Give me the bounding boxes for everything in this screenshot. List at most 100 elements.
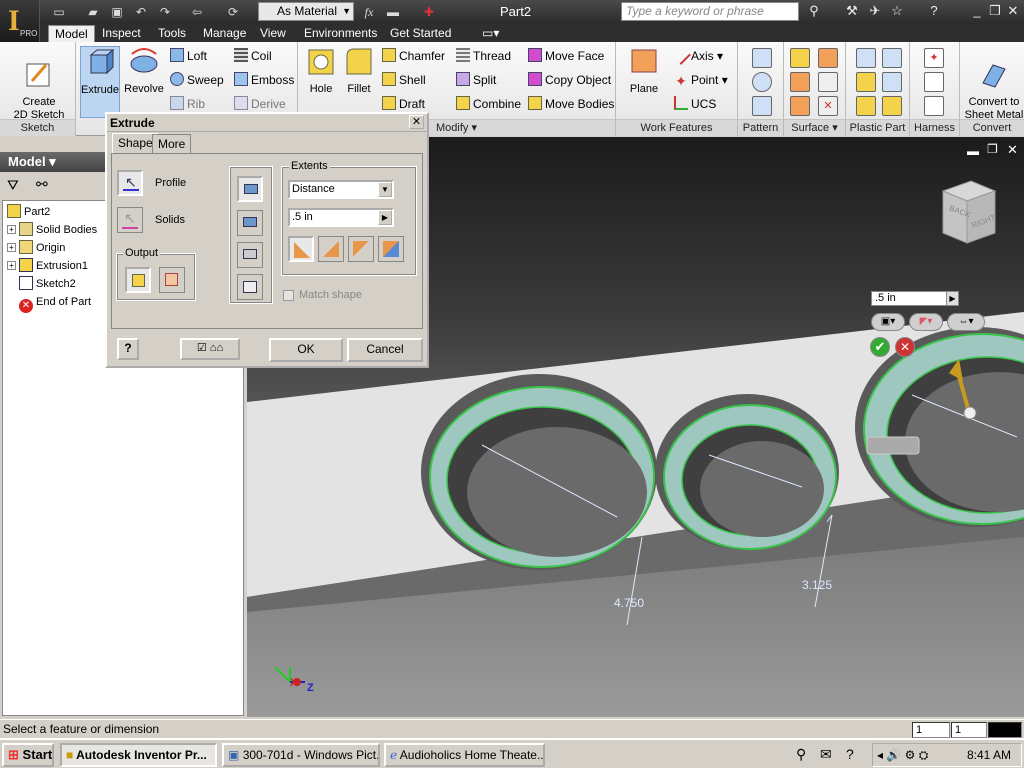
thicken-icon[interactable] [790,48,810,71]
redo-icon[interactable]: ↷ [156,3,174,21]
tree-item-extrusion1[interactable]: + Extrusion1 [7,257,88,275]
extrude-button[interactable]: Extrude [80,46,120,118]
intersect-button[interactable] [237,242,263,268]
dialog-close-icon[interactable]: ✕ [409,115,424,129]
rule-fillet-icon[interactable] [882,96,902,119]
tab-view[interactable]: View [254,25,292,42]
taskbar-item-inventor[interactable]: ■ Autodesk Inventor Pr... [60,743,217,767]
output-surface-button[interactable] [159,267,185,293]
tab-tools[interactable]: Tools [152,25,192,42]
preview-toggle[interactable]: ☑ ⌂⌂ [180,338,240,360]
minibar-direction-button[interactable]: ◤▾ [909,313,943,331]
create-2d-sketch-button[interactable]: Create 2D Sketch [8,46,70,122]
find-icon[interactable]: ⚯ [36,176,48,193]
draft-button[interactable]: Draft [382,95,425,113]
convert-to-sheet-metal-button[interactable]: Convert to Sheet Metal [964,46,1024,122]
taskbar-item-browser[interactable]: ℯ Audioholics Home Theate... [384,743,545,767]
sweep-button[interactable]: Sweep [170,71,224,89]
function-icon[interactable]: fx [360,3,378,21]
harness-pin-icon[interactable] [924,72,944,95]
plane-button[interactable]: Plane [622,46,666,96]
tab-get-started[interactable]: Get Started [384,25,457,42]
match-shape-checkbox[interactable] [283,290,294,301]
tree-item-solid-bodies[interactable]: + Solid Bodies [7,221,97,239]
rest-icon[interactable] [882,72,902,95]
favorites-icon[interactable]: ☆ [888,2,906,20]
harness-point-icon[interactable]: ✦ [924,48,944,68]
open-icon[interactable]: ▰ [84,3,102,21]
quicklaunch-help-icon[interactable]: ? [846,746,854,762]
viewport-minimize-icon[interactable]: ▬ [967,144,979,158]
expand-icon[interactable]: + [7,225,16,234]
minibar-extents-button[interactable]: ⇔▾ [947,313,985,331]
output-solid-button[interactable] [125,267,151,293]
minimize-icon[interactable]: _ [968,2,986,20]
binoculars-icon[interactable]: ⚲ [805,2,823,20]
tab-manage[interactable]: Manage [197,25,252,42]
revolve-button[interactable]: Revolve [124,46,164,96]
viewport-restore-icon[interactable]: ❐ [987,142,998,156]
extents-type-select[interactable]: Distance ▼ [288,180,394,199]
grill-icon[interactable] [856,48,876,71]
dimension-text-1[interactable]: 4.750 [614,596,644,610]
shell-button[interactable]: Shell [382,71,426,89]
lip-icon[interactable] [856,96,876,119]
direction-1-button[interactable] [288,236,314,262]
move-bodies-button[interactable]: Move Bodies [528,95,614,113]
tab-more[interactable]: More [152,134,192,153]
taskbar-item-picture-viewer[interactable]: ▣ 300-701d - Windows Pict... [222,743,380,767]
tree-item-sketch2[interactable]: Sketch2 [19,275,76,293]
tree-item-part2[interactable]: Part2 [7,203,50,221]
coil-button[interactable]: Coil [234,47,272,65]
mirror-icon[interactable] [752,96,772,119]
loft-button[interactable]: Loft [170,47,207,65]
measure-icon[interactable]: ▬ [384,3,402,21]
save-icon[interactable]: ▣ [108,3,126,21]
quicklaunch-icon[interactable]: ✉ [820,746,832,763]
tree-item-end-of-part[interactable]: ✕ End of Part [19,293,91,313]
cancel-button[interactable]: Cancel [347,338,423,362]
minibar-ok-icon[interactable]: ✔ [870,337,890,357]
tab-model[interactable]: Model [48,25,95,42]
help-button[interactable]: ? [117,338,139,360]
emboss-button[interactable]: Emboss [234,71,294,89]
boundary-patch-icon[interactable] [790,72,810,95]
ribbon-options-icon[interactable]: ▭▾ [476,25,505,42]
thread-button[interactable]: Thread [456,47,511,65]
tab-inspect[interactable]: Inspect [96,25,147,42]
new-icon[interactable]: ▭ [50,3,68,21]
derive-button[interactable]: Derive [234,95,286,113]
satellite-icon[interactable]: ✈ [866,2,884,20]
split-button[interactable]: Split [456,71,496,89]
circ-pattern-icon[interactable] [752,72,772,95]
hole-button[interactable]: Hole [304,46,338,96]
start-button[interactable]: ⊞ Start [2,743,54,767]
viewport-close-icon[interactable]: ✕ [1007,142,1018,158]
help-icon[interactable]: ? [925,2,943,20]
harness-properties-icon[interactable] [924,96,944,119]
filter-icon[interactable]: ⛛ [7,177,19,194]
chamfer-button[interactable]: Chamfer [382,47,445,65]
return-icon[interactable]: ⇦ [188,3,206,21]
material-dropdown[interactable]: As Material ▼ [258,2,354,21]
combine-button[interactable]: Combine [456,95,521,113]
join-button[interactable] [237,176,263,202]
new-solid-button[interactable] [237,274,263,300]
chevron-right-icon[interactable]: ▶ [946,292,958,305]
plus-icon[interactable]: ✚ [420,3,438,21]
trim-icon[interactable] [818,72,838,95]
cut-button[interactable] [237,210,263,236]
application-menu-button[interactable]: I PRO [0,0,40,42]
symmetric-button[interactable] [348,236,374,262]
distance-input[interactable]: .5 in ▶ [288,208,394,227]
axis-button[interactable]: Axis ▾ [671,45,723,65]
copy-object-button[interactable]: Copy Object [528,71,611,89]
profile-select-button[interactable]: ↖ [117,170,143,196]
solids-select-button[interactable]: ↖ [117,207,143,233]
ucs-button[interactable]: UCS [674,95,716,113]
rib-button[interactable]: Rib [170,95,205,113]
minibar-distance-input[interactable]: .5 in ▶ [871,291,959,306]
sculpt-icon[interactable] [790,96,810,119]
expand-icon[interactable]: + [7,243,16,252]
move-face-button[interactable]: Move Face [528,47,604,65]
